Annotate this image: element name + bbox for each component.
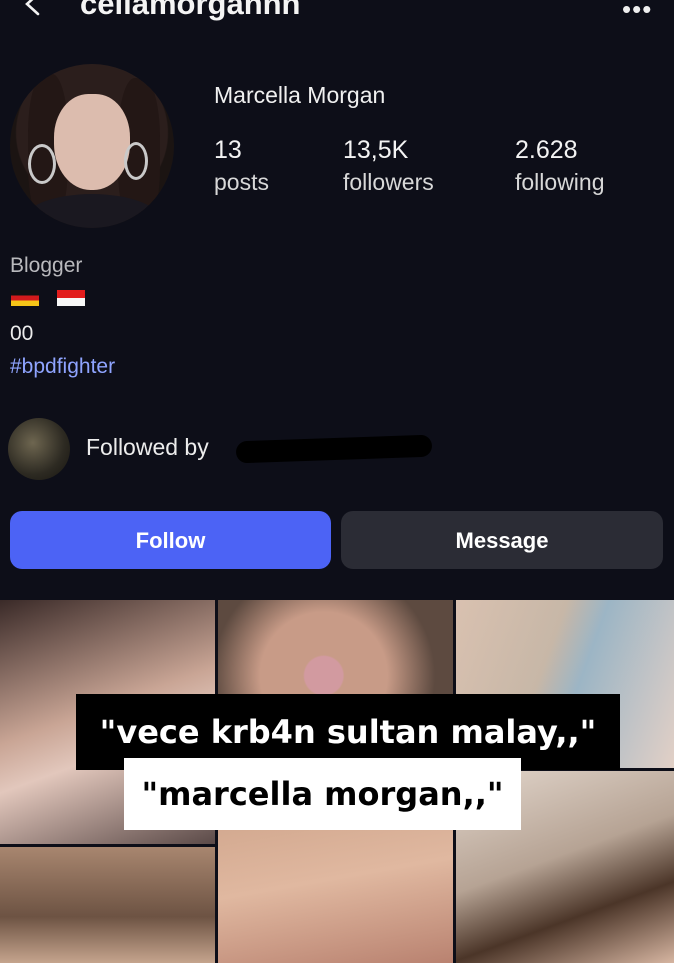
ellipsis-icon[interactable]: ••• (622, 0, 652, 25)
bio-hashtag-link[interactable]: #bpdfighter (10, 355, 115, 379)
followers-stat[interactable]: 13,5K followers (343, 136, 434, 196)
posts-label: posts (214, 169, 269, 195)
following-count: 2.628 (515, 136, 578, 164)
followers-label: followers (343, 169, 434, 195)
followers-count: 13,5K (343, 136, 409, 164)
following-stat[interactable]: 2.628 following (515, 136, 605, 196)
bio-category: Blogger (10, 254, 83, 277)
following-label: following (515, 169, 605, 195)
profile-username: cellamorgannn (80, 0, 301, 21)
bio-flags (11, 290, 99, 306)
followed-by-label[interactable]: Followed by (86, 434, 209, 461)
indonesia-flag-icon (57, 290, 86, 306)
profile-full-name: Marcella Morgan (214, 82, 386, 108)
posts-stat[interactable]: 13 posts (214, 136, 269, 196)
message-button[interactable]: Message (341, 511, 663, 569)
redacted-follower-name (235, 434, 433, 464)
profile-avatar[interactable] (10, 64, 174, 228)
mutual-follower-avatar[interactable] (8, 418, 70, 480)
bio-text: 00 (10, 322, 34, 345)
top-bar: cellamorgannn ••• (0, 0, 674, 30)
overlay-caption: "marcella morgan,," (124, 758, 521, 830)
chevron-left-icon[interactable] (22, 0, 42, 16)
post-thumbnail[interactable] (0, 847, 215, 963)
posts-count: 13 (214, 136, 242, 164)
follow-button[interactable]: Follow (10, 511, 331, 569)
germany-flag-icon (11, 290, 39, 306)
